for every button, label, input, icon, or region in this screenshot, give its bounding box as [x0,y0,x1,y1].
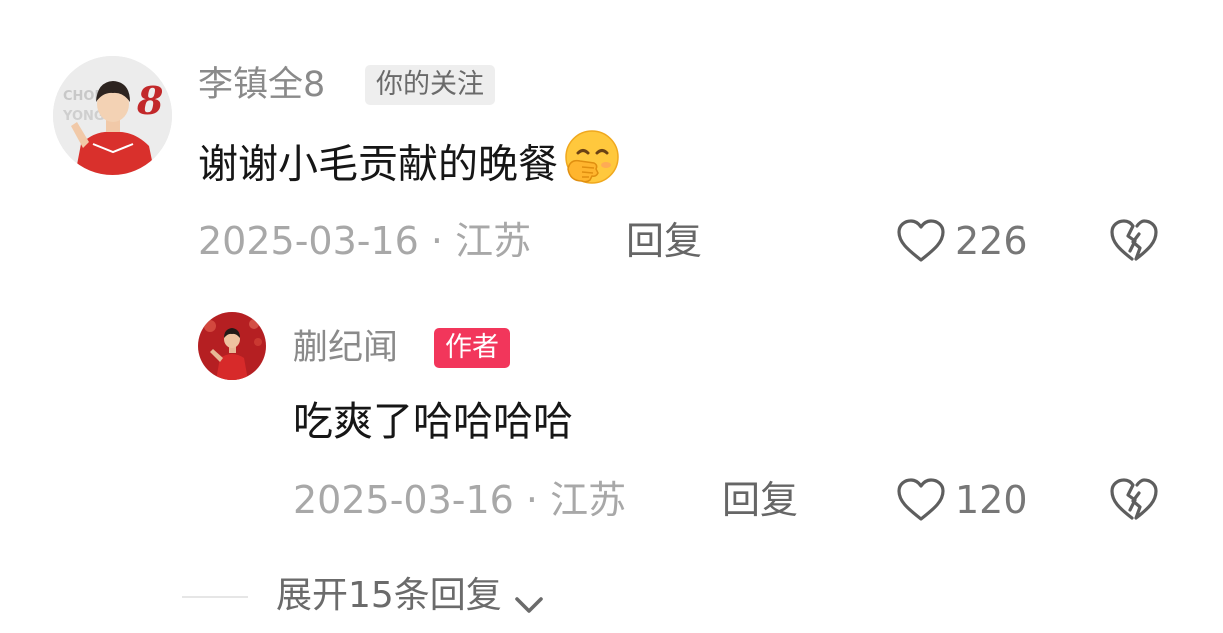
reply-item: 蒯纪闻 作者 吃爽了哈哈哈哈 2025-03-16 · 江苏 回复 120 [0,295,1223,535]
author-avatar[interactable] [198,312,266,380]
heart-icon [895,218,947,264]
comment-username[interactable]: 李镇全8 [198,65,325,105]
comment-content: 谢谢小毛贡献的晚餐 [198,130,622,198]
broken-heart-icon[interactable] [1108,477,1160,523]
like-count: 226 [955,219,1028,263]
author-badge: 作者 [434,328,510,368]
reply-content: 吃爽了哈哈哈哈 [293,399,573,445]
user-avatar[interactable]: CHON YONG 8 [53,56,172,175]
following-badge: 你的关注 [365,65,495,105]
svg-text:YONG: YONG [62,109,105,124]
reply-button[interactable]: 回复 [722,477,798,523]
like-button[interactable]: 226 [895,218,1028,264]
broken-heart-icon[interactable] [1108,218,1160,264]
like-button[interactable]: 120 [895,477,1028,523]
avatar-number: 8 [136,78,163,123]
like-count: 120 [955,478,1028,522]
expand-divider [182,596,248,598]
comment-item: CHON YONG 8 李镇全8 你的关注 谢谢小毛贡献的晚餐 2025-03-… [0,0,1223,290]
reply-meta: 2025-03-16 · 江苏 [293,478,627,522]
comment-text: 谢谢小毛贡献的晚餐 [198,141,558,188]
comment-meta: 2025-03-16 · 江苏 [198,219,532,263]
reply-button[interactable]: 回复 [626,218,702,264]
expand-replies-label: 展开15条回复 [276,575,502,616]
heart-icon [895,477,947,523]
expand-replies-button[interactable]: 展开15条回复 [276,574,546,618]
chevron-down-icon [512,584,546,613]
reply-username[interactable]: 蒯纪闻 [293,328,398,368]
shy-smile-emoji-icon [560,129,622,198]
